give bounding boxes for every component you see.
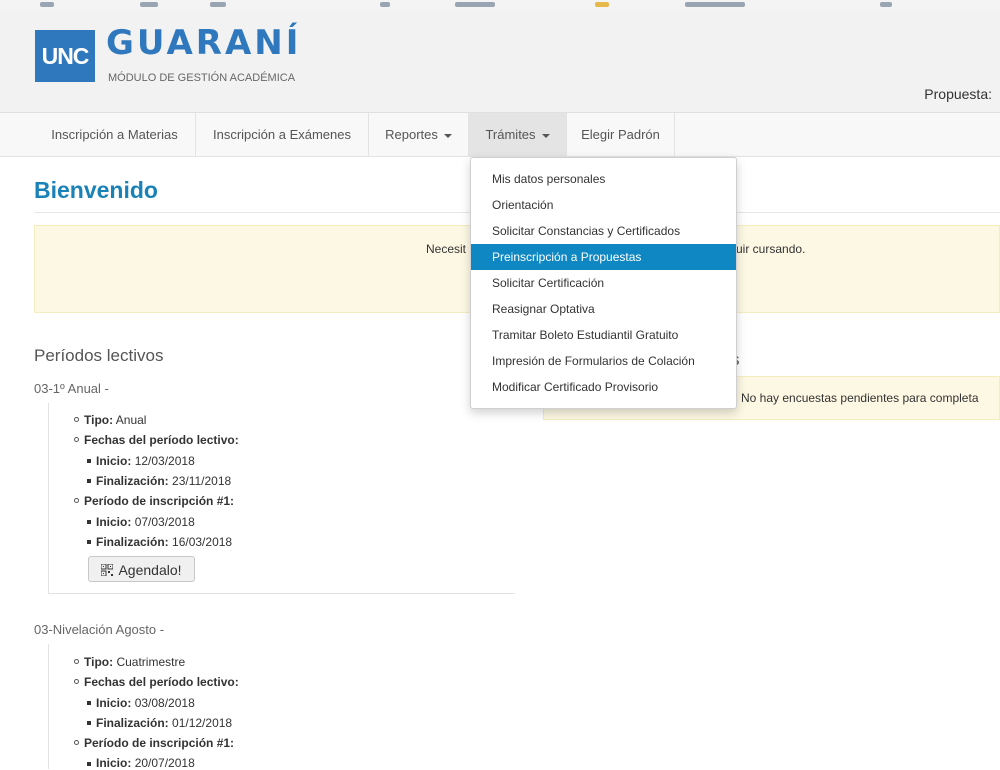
fechas-label: Fechas del período lectivo: [84, 433, 239, 447]
nav-inscripcion-materias[interactable]: Inscripción a Materias [34, 113, 196, 156]
inscripcion-label: Período de inscripción #1: [84, 494, 235, 508]
page-title: Bienvenido [34, 177, 158, 203]
circle-bullet-icon [74, 417, 79, 422]
nav-label: Reportes [385, 127, 438, 142]
agendalo-button[interactable]: Agendalo! [88, 556, 195, 582]
fin-line: Finalización: 23/11/2018 [96, 474, 232, 488]
periodo-title: 03-Nivelación Agosto - [34, 622, 165, 637]
inicio-line: Inicio: 12/03/2018 [96, 454, 195, 468]
agendalo-label: Agendalo! [118, 562, 182, 578]
menu-item-preinscripcion[interactable]: Preinscripción a Propuestas [471, 244, 736, 270]
nav-label: Trámites [485, 127, 536, 142]
tipo-value: Cuatrimestre [116, 655, 186, 669]
insc-inicio-value: 20/07/2018 [134, 756, 195, 770]
insc-fin-value: 16/03/2018 [172, 535, 233, 549]
menu-item-formularios-colacion[interactable]: Impresión de Formularios de Colación [471, 348, 736, 374]
square-bullet-icon [87, 701, 91, 705]
nav-tramites[interactable]: Trámites [469, 113, 567, 156]
tipo-value: Anual [115, 413, 147, 427]
inicio-value: 03/08/2018 [134, 696, 195, 710]
circle-bullet-icon [74, 659, 79, 664]
encuestas-text: No hay encuestas pendientes para complet… [741, 391, 979, 405]
caret-down-icon [541, 133, 550, 138]
circle-bullet-icon [74, 679, 79, 684]
menu-item-reasignar-optativa[interactable]: Reasignar Optativa [471, 296, 736, 322]
nav-elegir-padron[interactable]: Elegir Padrón [567, 113, 675, 156]
insc-fin-line: Finalización: 16/03/2018 [96, 535, 233, 549]
tipo-line: Tipo: Cuatrimestre [84, 655, 186, 669]
menu-item-mis-datos[interactable]: Mis datos personales [471, 166, 736, 192]
main-navbar: Inscripción a Materias Inscripción a Exá… [0, 113, 1000, 157]
inicio-line: Inicio: 03/08/2018 [96, 696, 195, 710]
circle-bullet-icon [74, 437, 79, 442]
unc-logo[interactable]: UNC [35, 30, 95, 82]
fechas-label: Fechas del período lectivo: [84, 675, 239, 689]
qr-code-icon [101, 564, 114, 576]
square-bullet-icon [87, 459, 91, 463]
menu-item-constancias[interactable]: Solicitar Constancias y Certificados [471, 218, 736, 244]
menu-item-certificado-provisorio[interactable]: Modificar Certificado Provisorio [471, 374, 736, 400]
menu-item-orientacion[interactable]: Orientación [471, 192, 736, 218]
tramites-dropdown-menu: Mis datos personales Orientación Solicit… [470, 157, 737, 409]
menu-item-solicitar-certificacion[interactable]: Solicitar Certificación [471, 270, 736, 296]
alert-text-right: uir cursando. [736, 242, 806, 256]
square-bullet-icon [87, 762, 91, 766]
app-subtitle: MÓDULO DE GESTIÓN ACADÉMICA [108, 72, 296, 84]
square-bullet-icon [87, 721, 91, 725]
square-bullet-icon [87, 540, 91, 544]
square-bullet-icon [87, 520, 91, 524]
circle-bullet-icon [74, 498, 79, 503]
browser-bookmarks-strip [0, 0, 1000, 9]
insc-inicio-value: 07/03/2018 [134, 515, 195, 529]
nav-inscripcion-examenes[interactable]: Inscripción a Exámenes [196, 113, 369, 156]
periodo-title: 03-1º Anual - [34, 381, 109, 396]
fin-line: Finalización: 01/12/2018 [96, 716, 233, 730]
propuesta-label: Propuesta: [924, 86, 992, 102]
fin-value: 01/12/2018 [172, 716, 233, 730]
insc-inicio-line: Inicio: 20/07/2018 [96, 756, 195, 770]
periodos-title: Períodos lectivos [34, 346, 164, 365]
site-header: UNC GUARANÍ MÓDULO DE GESTIÓN ACADÉMICA … [0, 9, 1000, 113]
circle-bullet-icon [74, 740, 79, 745]
insc-inicio-line: Inicio: 07/03/2018 [96, 515, 195, 529]
nav-label: Elegir Padrón [581, 127, 660, 142]
app-title[interactable]: GUARANÍ [106, 23, 301, 63]
alert-text-left: Necesit [426, 242, 467, 256]
nav-reportes[interactable]: Reportes [369, 113, 469, 156]
caret-down-icon [443, 133, 452, 138]
square-bullet-icon [87, 479, 91, 483]
inicio-value: 12/03/2018 [134, 454, 195, 468]
tipo-line: Tipo: Anual [84, 413, 147, 427]
nav-label: Inscripción a Materias [51, 127, 178, 142]
inscripcion-label: Período de inscripción #1: [84, 736, 235, 750]
menu-item-boleto-estudiantil[interactable]: Tramitar Boleto Estudiantil Gratuito [471, 322, 736, 348]
nav-label: Inscripción a Exámenes [212, 127, 351, 142]
fin-value: 23/11/2018 [172, 474, 232, 488]
